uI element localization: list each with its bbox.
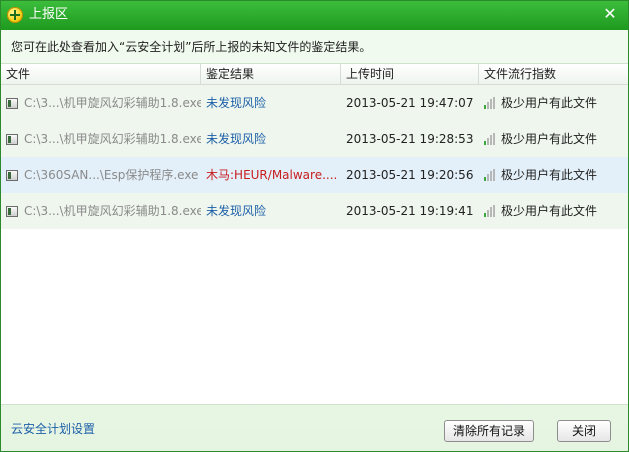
upload-time-cell: 2013-05-21 19:20:56 [346, 168, 474, 182]
title-bar[interactable]: 上报区 ✕ [1, 1, 628, 30]
list-header: 文件 鉴定结果 上传时间 文件流行指数 [1, 64, 628, 85]
column-header-result[interactable]: 鉴定结果 [201, 64, 341, 84]
exe-file-icon [6, 205, 18, 217]
column-header-file[interactable]: 文件 [1, 64, 201, 84]
exe-file-icon [6, 133, 18, 145]
popularity-cell: 极少用户有此文件 [479, 85, 628, 121]
table-row[interactable]: C:\3...\机甲旋风幻彩辅助1.8.exe 未发现风险 2013-05-21… [1, 85, 628, 121]
signal-bars-icon [484, 97, 496, 109]
signal-bars-icon [484, 205, 496, 217]
popularity-cell: 极少用户有此文件 [479, 193, 628, 229]
upload-time-cell: 2013-05-21 19:47:07 [346, 96, 474, 110]
upload-time-cell: 2013-05-21 19:28:53 [346, 132, 474, 146]
popularity-text: 极少用户有此文件 [501, 132, 598, 146]
360-logo-icon [7, 7, 23, 23]
description-text: 您可在此处查看加入“云安全计划”后所上报的未知文件的鉴定结果。 [11, 40, 372, 54]
file-path: C:\3...\机甲旋风幻彩辅助1.8.exe [24, 132, 201, 146]
popularity-text: 极少用户有此文件 [501, 168, 598, 182]
signal-bars-icon [484, 169, 496, 181]
signal-bars-icon [484, 133, 496, 145]
clear-all-records-button[interactable]: 清除所有记录 [444, 420, 534, 442]
popularity-cell: 极少用户有此文件 [479, 121, 628, 157]
table-row[interactable]: C:\3...\机甲旋风幻彩辅助1.8.exe 未发现风险 2013-05-21… [1, 121, 628, 157]
file-path: C:\3...\机甲旋风幻彩辅助1.8.exe [24, 96, 201, 110]
exe-file-icon [6, 97, 18, 109]
cloud-security-settings-link[interactable]: 云安全计划设置 [11, 421, 95, 437]
window-title: 上报区 [29, 7, 69, 22]
file-path: C:\3...\机甲旋风幻彩辅助1.8.exe [24, 204, 201, 218]
popularity-cell: 极少用户有此文件 [479, 157, 628, 193]
upload-time-cell: 2013-05-21 19:19:41 [346, 204, 474, 218]
result-cell: 未发现风险 [206, 204, 267, 218]
result-cell: 未发现风险 [206, 132, 267, 146]
file-cell: C:\3...\机甲旋风幻彩辅助1.8.exe [1, 121, 201, 157]
file-cell: C:\3...\机甲旋风幻彩辅助1.8.exe [1, 193, 201, 229]
column-header-popularity[interactable]: 文件流行指数 [479, 64, 628, 84]
report-window: 上报区 ✕ 您可在此处查看加入“云安全计划”后所上报的未知文件的鉴定结果。 文件… [0, 0, 629, 452]
popularity-text: 极少用户有此文件 [501, 96, 598, 110]
file-cell: C:\360SAN...\Esp保护程序.exe [1, 157, 201, 193]
table-row[interactable]: C:\3...\机甲旋风幻彩辅助1.8.exe 未发现风险 2013-05-21… [1, 193, 628, 229]
column-header-upload-time[interactable]: 上传时间 [341, 64, 479, 84]
popularity-text: 极少用户有此文件 [501, 204, 598, 218]
exe-file-icon [6, 169, 18, 181]
table-row-selected[interactable]: C:\360SAN...\Esp保护程序.exe 木马:HEUR/Malware… [1, 157, 628, 193]
file-cell: C:\3...\机甲旋风幻彩辅助1.8.exe [1, 85, 201, 121]
report-list: 文件 鉴定结果 上传时间 文件流行指数 C:\3...\机甲旋风幻彩辅助1.8.… [1, 63, 628, 405]
close-icon[interactable]: ✕ [600, 4, 620, 24]
result-cell: 未发现风险 [206, 96, 267, 110]
file-path: C:\360SAN...\Esp保护程序.exe [24, 168, 199, 182]
close-button[interactable]: 关闭 [557, 420, 611, 442]
result-cell: 木马:HEUR/Malware.... [206, 168, 338, 182]
